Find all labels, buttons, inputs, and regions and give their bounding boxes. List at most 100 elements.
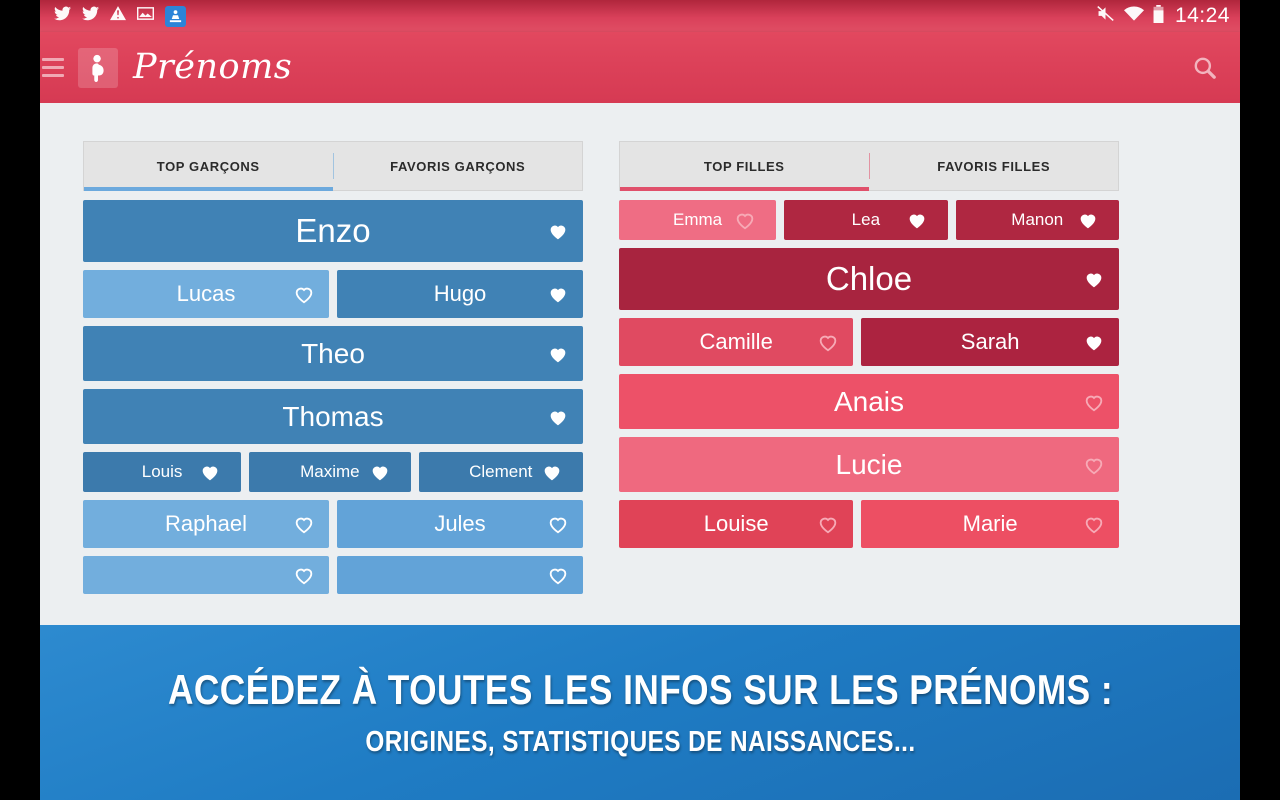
heart-filled-icon[interactable] — [906, 209, 928, 231]
name-tile-row: Louis Maxime Clement — [83, 452, 583, 492]
heart-filled-icon[interactable] — [199, 461, 221, 483]
heart-outline-icon[interactable] — [1083, 454, 1105, 476]
heart-filled-icon[interactable] — [541, 461, 563, 483]
name-label: Louis — [141, 462, 183, 481]
mute-icon — [1096, 5, 1115, 27]
name-tile-lea[interactable]: Lea — [784, 200, 948, 240]
heart-outline-icon[interactable] — [293, 283, 315, 305]
name-tile[interactable] — [337, 556, 583, 594]
name-tile-lucie[interactable]: Lucie — [619, 437, 1119, 492]
name-tile-row: Anais — [619, 374, 1119, 429]
heart-outline-icon[interactable] — [1083, 513, 1105, 535]
heart-outline-icon[interactable] — [293, 564, 315, 586]
boys-name-list: Enzo Lucas Hugo Theo Thomas Louis Maxime Clemen… — [83, 200, 583, 594]
girls-tabs: TOP FILLES FAVORIS FILLES — [619, 141, 1119, 191]
name-tile-row: Theo — [83, 326, 583, 381]
name-tile-marie[interactable]: Marie — [861, 500, 1119, 548]
boys-column: TOP GARÇONS FAVORIS GARÇONS Enzo Lucas Hugo… — [83, 141, 583, 602]
promo-subheadline: ORIGINES, STATISTIQUES DE NAISSANCES... — [364, 726, 916, 758]
boys-tabs: TOP GARÇONS FAVORIS GARÇONS — [83, 141, 583, 191]
name-label: Enzo — [295, 212, 371, 249]
name-tile-row: Enzo — [83, 200, 583, 262]
heart-outline-icon[interactable] — [1083, 391, 1105, 413]
heart-outline-icon[interactable] — [293, 513, 315, 535]
name-tile-row: Emma Lea Manon — [619, 200, 1119, 240]
name-label: Raphael — [165, 511, 247, 536]
name-tile-lucas[interactable]: Lucas — [83, 270, 329, 318]
status-bar: 14:24 — [40, 0, 1240, 32]
twitter-icon — [54, 6, 71, 26]
screenshot-thumbnail-icon — [165, 5, 186, 27]
heart-outline-icon[interactable] — [734, 209, 756, 231]
name-label: Chloe — [825, 260, 913, 297]
name-tile-thomas[interactable]: Thomas — [83, 389, 583, 444]
name-label: Hugo — [433, 281, 487, 306]
name-tile-enzo[interactable]: Enzo — [83, 200, 583, 262]
twitter-icon — [82, 6, 99, 26]
name-tile-row: Raphael Jules — [83, 500, 583, 548]
device-screen: 14:24 Prénoms TOP GARÇONS FAVORIS GARÇONS — [40, 0, 1240, 800]
heart-outline-icon[interactable] — [817, 331, 839, 353]
promo-banner: ACCÉDEZ À TOUTES LES INFOS SUR LES PRÉNO… — [40, 625, 1240, 800]
heart-filled-icon[interactable] — [547, 283, 569, 305]
name-tile-chloe[interactable]: Chloe — [619, 248, 1119, 310]
name-tile-theo[interactable]: Theo — [83, 326, 583, 381]
heart-filled-icon[interactable] — [1083, 268, 1105, 290]
heart-filled-icon[interactable] — [547, 220, 569, 242]
main-content: TOP GARÇONS FAVORIS GARÇONS Enzo Lucas Hugo… — [40, 103, 1240, 800]
name-tile-row: Lucas Hugo — [83, 270, 583, 318]
heart-filled-icon[interactable] — [547, 343, 569, 365]
name-tile-raphael[interactable]: Raphael — [83, 500, 329, 548]
heart-outline-icon[interactable] — [547, 564, 569, 586]
name-tile-hugo[interactable]: Hugo — [337, 270, 583, 318]
name-label: Thomas — [282, 400, 384, 432]
name-label: Sarah — [960, 329, 1020, 354]
name-tile-row: Chloe — [619, 248, 1119, 310]
name-label: Clement — [469, 462, 533, 481]
name-label: Lea — [851, 210, 881, 229]
tab-top-gar-ons[interactable]: TOP GARÇONS — [84, 142, 333, 191]
wifi-icon — [1123, 5, 1144, 27]
name-label: Manon — [1011, 210, 1064, 229]
name-tile-row — [83, 556, 583, 594]
status-bar-clock: 14:24 — [1174, 4, 1230, 27]
girls-column: TOP FILLES FAVORIS FILLES Emma Lea Manon Chl… — [619, 141, 1119, 602]
girls-name-list: Emma Lea Manon Chloe Camille Sarah Anais Lucie L… — [619, 200, 1119, 548]
status-bar-system-icons: 14:24 — [1096, 4, 1230, 28]
name-tile-row: Camille Sarah — [619, 318, 1119, 366]
name-tile-row: Louise Marie — [619, 500, 1119, 548]
search-icon[interactable] — [1188, 51, 1222, 85]
name-tile-emma[interactable]: Emma — [619, 200, 777, 240]
promo-headline: ACCÉDEZ À TOUTES LES INFOS SUR LES PRÉNO… — [167, 666, 1113, 713]
name-tile-row: Thomas — [83, 389, 583, 444]
name-label: Theo — [301, 337, 365, 369]
name-label: Marie — [962, 511, 1018, 536]
name-tile-louise[interactable]: Louise — [619, 500, 854, 548]
tab-top-filles[interactable]: TOP FILLES — [620, 142, 869, 191]
heart-filled-icon[interactable] — [369, 461, 391, 483]
app-bar: Prénoms — [40, 32, 1240, 103]
name-tile-camille[interactable]: Camille — [619, 318, 854, 366]
heart-filled-icon[interactable] — [547, 406, 569, 428]
name-tile-clement[interactable]: Clement — [418, 452, 583, 492]
tab-favoris-filles[interactable]: FAVORIS FILLES — [870, 142, 1119, 190]
name-tile-anais[interactable]: Anais — [619, 374, 1119, 429]
tab-favoris-gar-ons[interactable]: FAVORIS GARÇONS — [334, 142, 583, 190]
pregnant-woman-logo-icon — [78, 47, 118, 88]
page-title: Prénoms — [133, 47, 293, 87]
battery-icon — [1153, 4, 1164, 28]
hamburger-menu-icon[interactable] — [42, 58, 68, 77]
name-tile-sarah[interactable]: Sarah — [861, 318, 1119, 366]
heart-filled-icon[interactable] — [1077, 209, 1099, 231]
name-tile-manon[interactable]: Manon — [955, 200, 1119, 240]
heart-outline-icon[interactable] — [547, 513, 569, 535]
warning-icon — [110, 6, 126, 26]
heart-outline-icon[interactable] — [817, 513, 839, 535]
heart-filled-icon[interactable] — [1083, 331, 1105, 353]
name-tile-louis[interactable]: Louis — [83, 452, 242, 492]
name-columns: TOP GARÇONS FAVORIS GARÇONS Enzo Lucas Hugo… — [83, 141, 1200, 602]
name-tile-maxime[interactable]: Maxime — [249, 452, 411, 492]
name-tile-jules[interactable]: Jules — [337, 500, 583, 548]
name-label: Jules — [434, 511, 486, 536]
name-tile[interactable] — [83, 556, 329, 594]
